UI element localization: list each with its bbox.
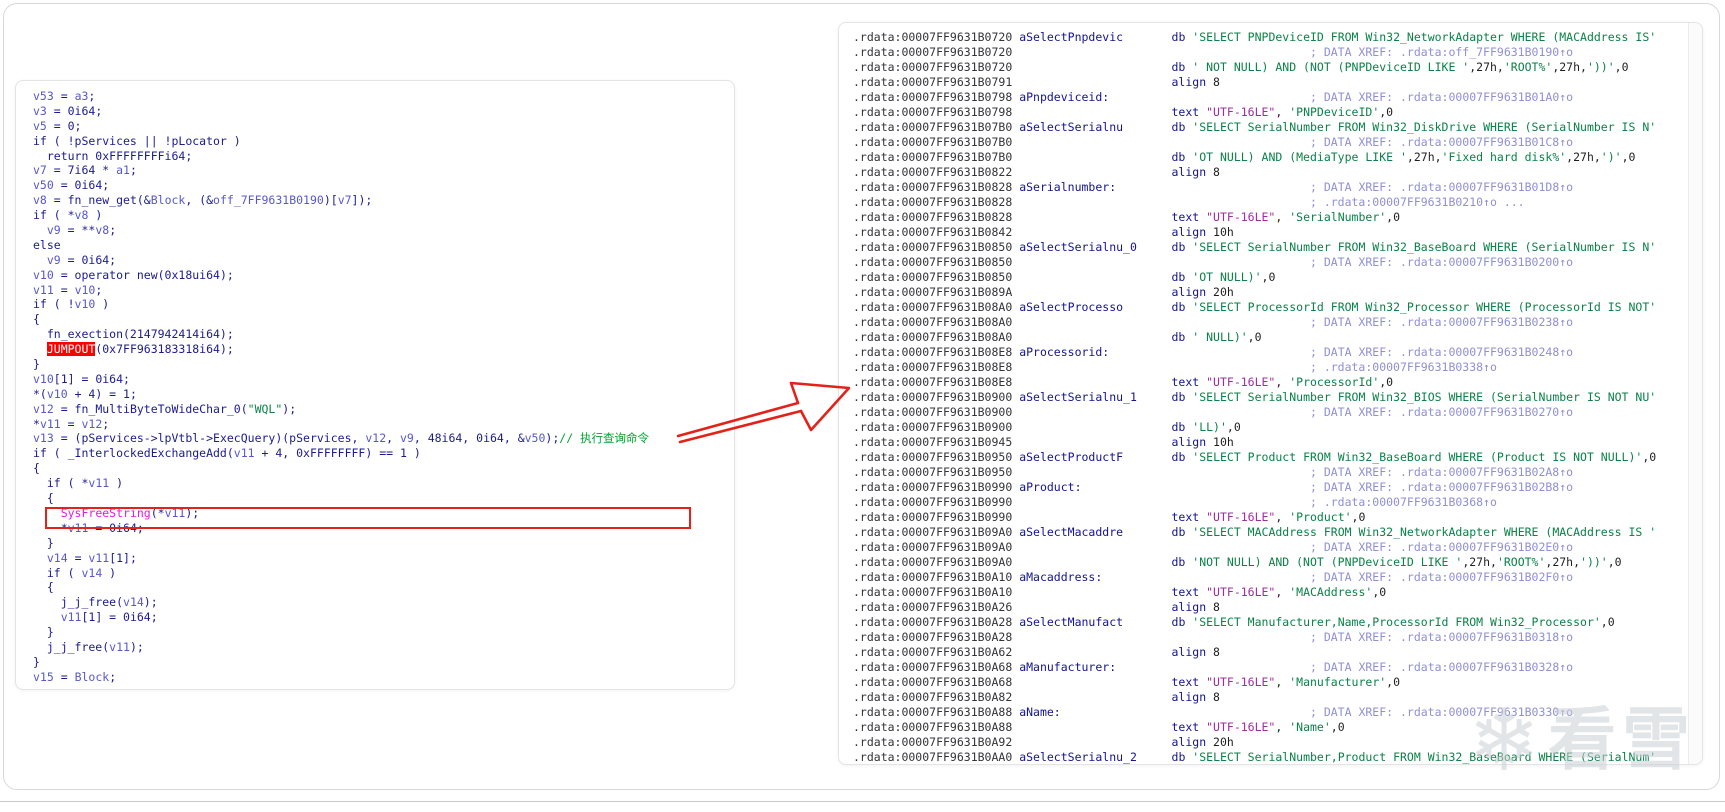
code-line[interactable]: .rdata:00007FF9631B0850 db 'OT NULL)',0 bbox=[853, 270, 1656, 285]
code-line[interactable]: .rdata:00007FF9631B07B0 ; DATA XREF: .rd… bbox=[853, 135, 1656, 150]
code-line[interactable]: .rdata:00007FF9631B0A68 aManufacturer: ;… bbox=[853, 660, 1656, 675]
code-line[interactable]: fn_exection(2147942414i64); bbox=[33, 327, 649, 342]
code-line[interactable]: return 0xFFFFFFFFi64; bbox=[33, 149, 649, 164]
code-line[interactable]: else bbox=[33, 238, 649, 253]
code-line[interactable]: .rdata:00007FF9631B0720 db ' NOT NULL) A… bbox=[853, 60, 1656, 75]
code-line[interactable]: v14 = v11[1]; bbox=[33, 551, 649, 566]
code-line[interactable]: } bbox=[33, 625, 649, 640]
code-line[interactable]: .rdata:00007FF9631B0A92 align 20h bbox=[853, 735, 1656, 750]
code-line[interactable]: if ( !pServices || !pLocator ) bbox=[33, 134, 649, 149]
code-line[interactable]: .rdata:00007FF9631B0A88 text "UTF-16LE",… bbox=[853, 720, 1656, 735]
code-line[interactable]: .rdata:00007FF9631B0798 aPnpdeviceid: ; … bbox=[853, 90, 1656, 105]
code-line[interactable]: .rdata:00007FF9631B0AA0 aSelectSerialnu_… bbox=[853, 750, 1656, 765]
code-line[interactable]: v53 = a3; bbox=[33, 89, 649, 104]
rdata-panel[interactable]: .rdata:00007FF9631B0720 aSelectPnpdevic … bbox=[838, 22, 1703, 765]
code-line[interactable]: v9 = 0i64; bbox=[33, 253, 649, 268]
code-line[interactable]: .rdata:00007FF9631B0900 aSelectSerialnu_… bbox=[853, 390, 1656, 405]
code-line[interactable]: v9 = **v8; bbox=[33, 223, 649, 238]
code-line[interactable]: *v11 = 0i64; bbox=[33, 521, 649, 536]
code-line[interactable]: .rdata:00007FF9631B07B0 aSelectSerialnu … bbox=[853, 120, 1656, 135]
code-line[interactable]: v10[1] = 0i64; bbox=[33, 372, 649, 387]
code-line[interactable]: { bbox=[33, 580, 649, 595]
screenshot-stage: v53 = a3;v3 = 0i64;v5 = 0;if ( !pService… bbox=[0, 0, 1725, 812]
code-line[interactable]: SysFreeString(*v11); bbox=[33, 506, 649, 521]
code-line[interactable]: { bbox=[33, 312, 649, 327]
code-line[interactable]: .rdata:00007FF9631B09A0 aSelectMacaddre … bbox=[853, 525, 1656, 540]
code-line[interactable]: .rdata:00007FF9631B0A26 align 8 bbox=[853, 600, 1656, 615]
code-line[interactable]: j_j_free(v11); bbox=[33, 640, 649, 655]
code-line[interactable]: .rdata:00007FF9631B0A28 aSelectManufact … bbox=[853, 615, 1656, 630]
code-line[interactable]: } bbox=[33, 536, 649, 551]
code-line[interactable]: if ( _InterlockedExchangeAdd(v11 + 4, 0x… bbox=[33, 446, 649, 461]
code-line[interactable]: .rdata:00007FF9631B0791 align 8 bbox=[853, 75, 1656, 90]
code-line[interactable]: v15 = Block; bbox=[33, 670, 649, 685]
code-line[interactable]: .rdata:00007FF9631B0900 db 'LL)',0 bbox=[853, 420, 1656, 435]
code-line[interactable]: .rdata:00007FF9631B0A10 text "UTF-16LE",… bbox=[853, 585, 1656, 600]
rdata-scrollbar[interactable] bbox=[1688, 23, 1702, 764]
code-line[interactable]: .rdata:00007FF9631B08E8 aProcessorid: ; … bbox=[853, 345, 1656, 360]
code-line[interactable]: v8 = fn_new_get(&Block, (&off_7FF9631B01… bbox=[33, 193, 649, 208]
code-line[interactable]: .rdata:00007FF9631B0990 ; .rdata:00007FF… bbox=[853, 495, 1656, 510]
annotation-arrow-icon bbox=[670, 372, 856, 452]
code-line[interactable]: .rdata:00007FF9631B08A0 ; DATA XREF: .rd… bbox=[853, 315, 1656, 330]
pseudocode-panel[interactable]: v53 = a3;v3 = 0i64;v5 = 0;if ( !pService… bbox=[15, 80, 735, 690]
code-line[interactable]: .rdata:00007FF9631B0842 align 10h bbox=[853, 225, 1656, 240]
code-line[interactable]: .rdata:00007FF9631B07B0 db 'OT NULL) AND… bbox=[853, 150, 1656, 165]
code-line[interactable]: v13 = (pServices->lpVtbl->ExecQuery)(pSe… bbox=[33, 431, 649, 446]
code-line[interactable]: .rdata:00007FF9631B0A62 align 8 bbox=[853, 645, 1656, 660]
code-line[interactable]: v10 = operator new(0x18ui64); bbox=[33, 268, 649, 283]
code-line[interactable]: j_j_free(v14); bbox=[33, 595, 649, 610]
code-line[interactable]: *(v10 + 4) = 1; bbox=[33, 387, 649, 402]
code-line[interactable]: .rdata:00007FF9631B0720 aSelectPnpdevic … bbox=[853, 30, 1656, 45]
code-line[interactable]: JUMPOUT(0x7FF963183318i64); bbox=[33, 342, 649, 357]
code-line[interactable]: .rdata:00007FF9631B0900 ; DATA XREF: .rd… bbox=[853, 405, 1656, 420]
code-line[interactable]: v50 = 0i64; bbox=[33, 178, 649, 193]
code-line[interactable]: .rdata:00007FF9631B0850 aSelectSerialnu_… bbox=[853, 240, 1656, 255]
code-line[interactable]: if ( !v10 ) bbox=[33, 297, 649, 312]
code-line[interactable]: .rdata:00007FF9631B0945 align 10h bbox=[853, 435, 1656, 450]
code-line[interactable]: *v11 = v12; bbox=[33, 417, 649, 432]
code-line[interactable]: v11[1] = 0i64; bbox=[33, 610, 649, 625]
code-line[interactable]: .rdata:00007FF9631B0A28 ; DATA XREF: .rd… bbox=[853, 630, 1656, 645]
code-line[interactable]: .rdata:00007FF9631B0A88 aName: ; DATA XR… bbox=[853, 705, 1656, 720]
code-line[interactable]: v12 = fn_MultiByteToWideChar_0("WQL"); bbox=[33, 402, 649, 417]
code-line[interactable]: .rdata:00007FF9631B0A68 text "UTF-16LE",… bbox=[853, 675, 1656, 690]
pseudocode-listing[interactable]: v53 = a3;v3 = 0i64;v5 = 0;if ( !pService… bbox=[33, 89, 649, 685]
code-line[interactable]: { bbox=[33, 461, 649, 476]
code-line[interactable]: .rdata:00007FF9631B09A0 db 'NOT NULL) AN… bbox=[853, 555, 1656, 570]
code-line[interactable]: .rdata:00007FF9631B08A0 db ' NULL)',0 bbox=[853, 330, 1656, 345]
code-line[interactable]: .rdata:00007FF9631B0A10 aMacaddress: ; D… bbox=[853, 570, 1656, 585]
code-line[interactable]: if ( *v8 ) bbox=[33, 208, 649, 223]
code-line[interactable]: .rdata:00007FF9631B0950 ; DATA XREF: .rd… bbox=[853, 465, 1656, 480]
code-line[interactable]: .rdata:00007FF9631B0828 text "UTF-16LE",… bbox=[853, 210, 1656, 225]
code-line[interactable]: .rdata:00007FF9631B09A0 ; DATA XREF: .rd… bbox=[853, 540, 1656, 555]
code-line[interactable]: .rdata:00007FF9631B089A align 20h bbox=[853, 285, 1656, 300]
code-line[interactable]: .rdata:00007FF9631B0720 ; DATA XREF: .rd… bbox=[853, 45, 1656, 60]
code-line[interactable]: .rdata:00007FF9631B0950 aSelectProductF … bbox=[853, 450, 1656, 465]
code-line[interactable]: v11 = v10; bbox=[33, 283, 649, 298]
code-line[interactable]: if ( v14 ) bbox=[33, 566, 649, 581]
code-line[interactable]: .rdata:00007FF9631B08A0 aSelectProcesso … bbox=[853, 300, 1656, 315]
code-line[interactable]: .rdata:00007FF9631B0822 align 8 bbox=[853, 165, 1656, 180]
code-line[interactable]: .rdata:00007FF9631B08E8 text "UTF-16LE",… bbox=[853, 375, 1656, 390]
code-line[interactable]: } bbox=[33, 357, 649, 372]
code-line[interactable]: .rdata:00007FF9631B0A82 align 8 bbox=[853, 690, 1656, 705]
code-line[interactable]: .rdata:00007FF9631B08E8 ; .rdata:00007FF… bbox=[853, 360, 1656, 375]
page-bottom-divider bbox=[0, 801, 1725, 802]
code-line[interactable]: .rdata:00007FF9631B0828 ; .rdata:00007FF… bbox=[853, 195, 1656, 210]
code-line[interactable]: v5 = 0; bbox=[33, 119, 649, 134]
rdata-listing[interactable]: .rdata:00007FF9631B0720 aSelectPnpdevic … bbox=[853, 30, 1656, 765]
code-line[interactable]: v3 = 0i64; bbox=[33, 104, 649, 119]
code-line[interactable]: v7 = 7i64 * a1; bbox=[33, 163, 649, 178]
code-line[interactable]: .rdata:00007FF9631B0990 text "UTF-16LE",… bbox=[853, 510, 1656, 525]
code-line[interactable]: .rdata:00007FF9631B0990 aProduct: ; DATA… bbox=[853, 480, 1656, 495]
code-line[interactable]: .rdata:00007FF9631B0798 text "UTF-16LE",… bbox=[853, 105, 1656, 120]
code-line[interactable]: .rdata:00007FF9631B0850 ; DATA XREF: .rd… bbox=[853, 255, 1656, 270]
code-line[interactable]: { bbox=[33, 491, 649, 506]
code-line[interactable]: .rdata:00007FF9631B0828 aSerialnumber: ;… bbox=[853, 180, 1656, 195]
code-line[interactable]: if ( *v11 ) bbox=[33, 476, 649, 491]
code-line[interactable]: } bbox=[33, 655, 649, 670]
